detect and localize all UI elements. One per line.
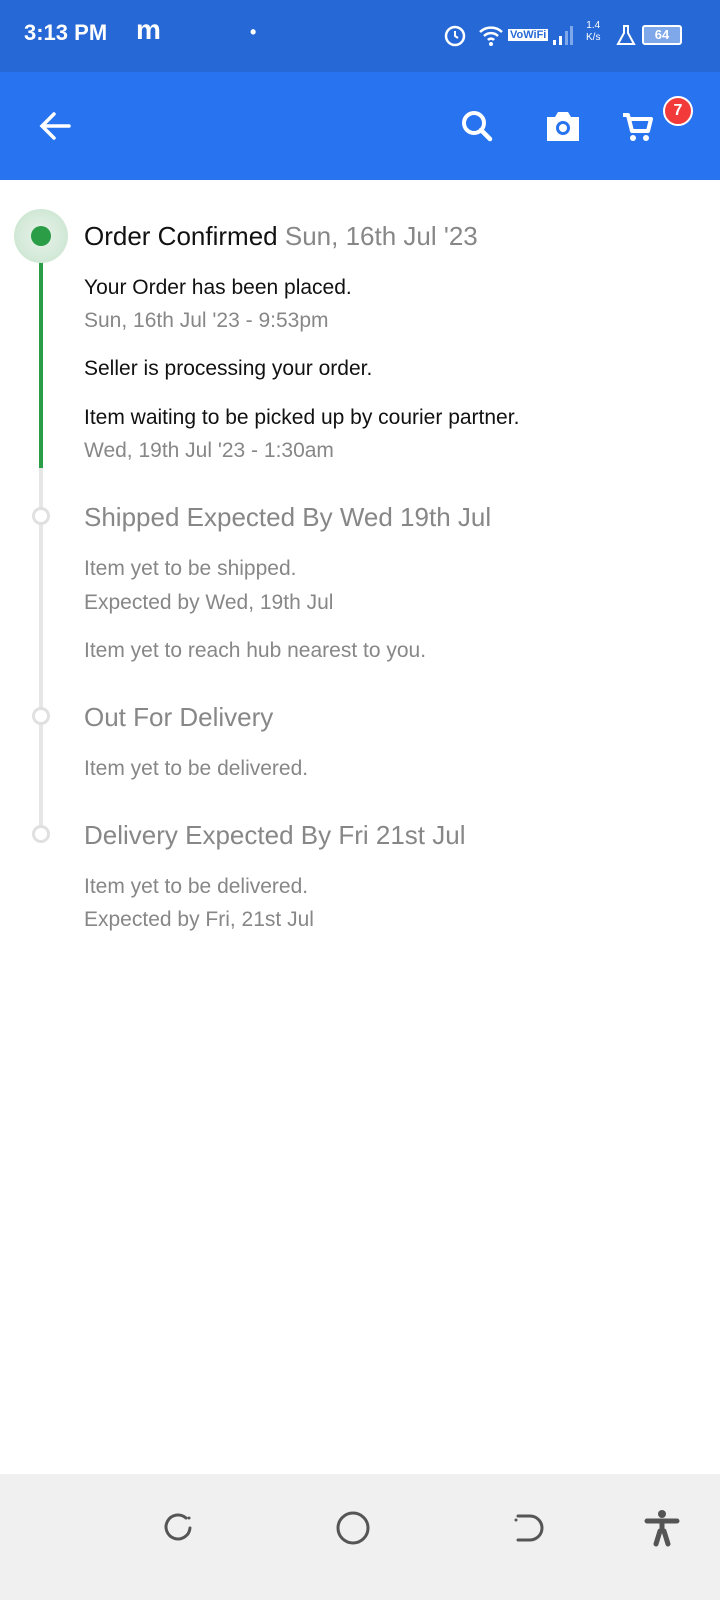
event-time: Expected by Wed, 19th Jul (84, 591, 334, 614)
step-title: Order Confirmed Sun, 16th Jul '23 (84, 220, 478, 252)
timeline-line-done (39, 236, 43, 468)
app-notification-icon: m (136, 14, 161, 45)
search-button[interactable] (453, 102, 501, 150)
app-header (0, 72, 720, 180)
back-arrow-icon (39, 112, 71, 140)
flask-icon (616, 25, 636, 45)
system-nav-bar (0, 1474, 720, 1600)
step-date: Sun, 16th Jul '23 (284, 221, 478, 251)
cart-icon (623, 113, 653, 141)
net-speed-value: 1.4 (586, 20, 601, 31)
event-text: Item yet to be shipped. (84, 557, 297, 580)
step-name: Order Confirmed (84, 221, 278, 251)
recents-button[interactable] (158, 1508, 198, 1548)
cart-button[interactable] (614, 102, 662, 150)
step-dot-pending (32, 707, 50, 725)
event-time: Sun, 16th Jul '23 - 9:53pm (84, 309, 329, 332)
home-button[interactable] (333, 1508, 373, 1548)
back-button[interactable] (31, 102, 79, 150)
step-dot-pending (32, 507, 50, 525)
dot-icon: • (250, 22, 257, 42)
step-dot-pending (32, 825, 50, 843)
net-speed-unit: K/s (586, 32, 601, 43)
event-text: Item waiting to be picked up by courier … (84, 406, 520, 429)
back-nav-button[interactable] (508, 1508, 548, 1548)
event-text: Item yet to be delivered. (84, 875, 309, 898)
step-dot-done (31, 226, 51, 246)
event-time: Wed, 19th Jul '23 - 1:30am (84, 439, 334, 462)
signal-icon (553, 26, 573, 45)
wifi-icon (479, 26, 503, 46)
battery-level: 64 (654, 27, 670, 42)
alarm-icon (444, 25, 466, 47)
camera-icon (547, 112, 579, 141)
event-text: Item yet to be delivered. (84, 757, 309, 780)
step-title: Out For Delivery (84, 702, 274, 732)
event-text: Item yet to reach hub nearest to you. (84, 639, 427, 662)
battery-icon: 64 (642, 25, 682, 45)
event-text: Your Order has been placed. (84, 276, 352, 299)
step-title: Delivery Expected By Fri 21st Jul (84, 820, 466, 850)
search-icon (462, 111, 493, 142)
event-text: Seller is processing your order. (84, 357, 373, 380)
camera-button[interactable] (539, 102, 587, 150)
step-title: Shipped Expected By Wed 19th Jul (84, 502, 492, 532)
vowifi-label: VoWiFi (508, 29, 549, 41)
status-bar: 3:13 PM m • VoWiFi 1.4 K/s 64 (0, 0, 720, 72)
status-time: 3:13 PM (24, 20, 108, 45)
cart-count-badge: 7 (663, 96, 693, 126)
accessibility-button[interactable] (642, 1508, 682, 1548)
event-time: Expected by Fri, 21st Jul (84, 908, 314, 931)
